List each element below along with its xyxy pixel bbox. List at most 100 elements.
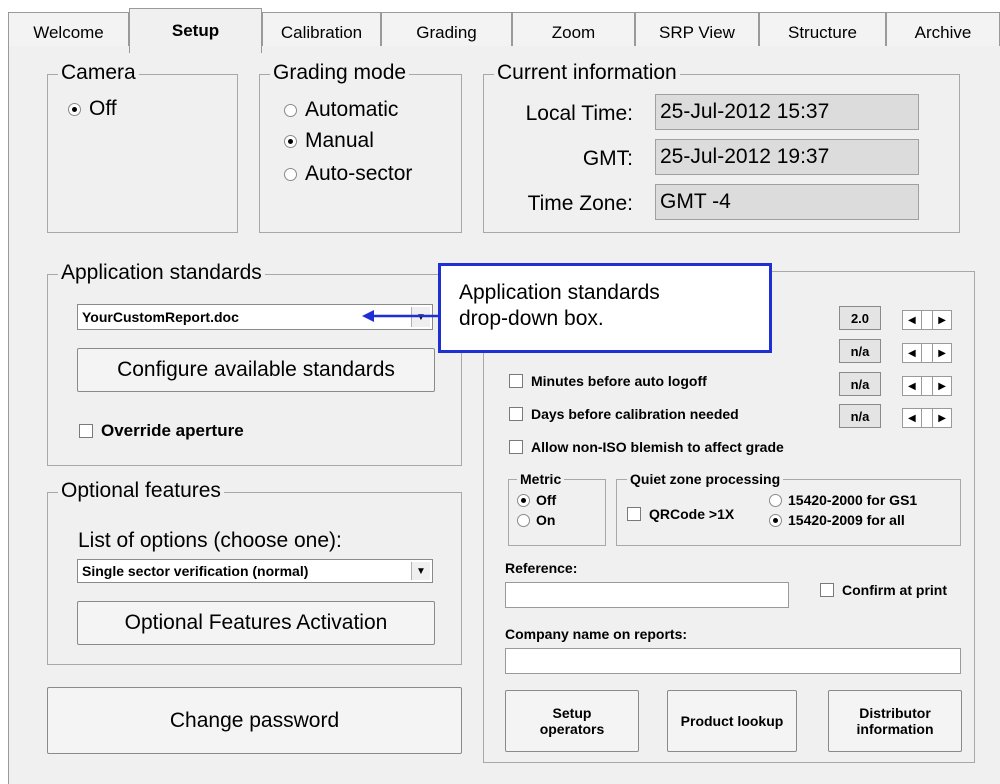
setting-value-1: 2.0 (839, 306, 881, 330)
qrcode-label: QRCode >1X (649, 506, 735, 522)
radio-icon[interactable] (769, 493, 782, 507)
arrow-left-icon[interactable]: ◀ (903, 311, 921, 329)
checkbox-icon[interactable] (509, 374, 523, 388)
time-zone-field: GMT -4 (655, 184, 919, 220)
optional-features-group: Optional features List of options (choos… (47, 479, 462, 665)
metric-on-label: On (536, 512, 556, 528)
setting-spinner-3[interactable]: ◀ ▶ (902, 376, 952, 396)
arrow-right-icon[interactable]: ▶ (932, 344, 951, 362)
camera-group: Camera Off (47, 61, 238, 233)
change-password-button[interactable]: Change password (47, 687, 462, 754)
allow-blemish-label: Allow non-ISO blemish to affect grade (531, 439, 784, 455)
arrow-right-icon[interactable]: ▶ (932, 409, 951, 427)
setting-value-4: n/a (839, 404, 881, 428)
radio-icon[interactable] (284, 134, 297, 148)
quiet-2000-option[interactable]: 15420-2000 for GS1 (769, 492, 917, 508)
checkbox-icon[interactable] (820, 583, 834, 597)
setup-operators-button[interactable]: Setup operators (505, 690, 639, 752)
radio-icon[interactable] (517, 493, 530, 507)
quiet-2009-label: 15420-2009 for all (788, 512, 905, 528)
grading-automatic-label: Automatic (305, 98, 399, 121)
optional-features-title: Optional features (58, 479, 224, 503)
arrow-left-icon[interactable]: ◀ (903, 409, 921, 427)
chevron-down-icon[interactable]: ▼ (411, 562, 430, 580)
checkbox-icon[interactable] (627, 507, 641, 521)
setup-operators-line-1: Setup (552, 705, 592, 721)
setup-operators-line-2: operators (539, 721, 605, 737)
reference-input[interactable] (505, 582, 789, 608)
camera-off-label: Off (89, 97, 117, 120)
arrow-left-icon (362, 310, 438, 322)
metric-on-option[interactable]: On (517, 512, 555, 528)
camera-off-option[interactable]: Off (68, 97, 117, 121)
quiet-2009-option[interactable]: 15420-2009 for all (769, 512, 905, 528)
gmt-label: GMT: (582, 147, 633, 170)
callout-box: Application standards drop-down box. (438, 263, 772, 353)
radio-icon[interactable] (517, 513, 530, 527)
metric-off-label: Off (536, 492, 557, 508)
local-time-field: 25-Jul-2012 15:37 (655, 94, 919, 130)
app-standards-group: Application standards YourCustomReport.d… (47, 261, 462, 466)
product-lookup-button[interactable]: Product lookup (667, 690, 797, 752)
app-standards-title: Application standards (58, 261, 265, 285)
setting-spinner-2[interactable]: ◀ ▶ (902, 343, 952, 363)
distributor-line-2: information (856, 721, 934, 737)
override-aperture-label: Override aperture (101, 421, 244, 440)
auto-logoff-row[interactable]: Minutes before auto logoff (509, 373, 707, 389)
grading-manual-label: Manual (305, 129, 374, 152)
reference-label: Reference: (505, 560, 578, 576)
override-aperture-option[interactable]: Override aperture (79, 421, 244, 441)
setting-spinner-1[interactable]: ◀ ▶ (902, 310, 952, 330)
arrow-left-icon[interactable]: ◀ (903, 377, 921, 395)
checkbox-icon[interactable] (79, 424, 93, 438)
grading-auto-sector-label: Auto-sector (305, 162, 413, 185)
tab-setup[interactable]: Setup (129, 8, 262, 53)
radio-icon[interactable] (284, 103, 297, 117)
app-standards-selected: YourCustomReport.doc (82, 309, 239, 325)
callout-line-2: drop-down box. (459, 307, 604, 330)
confirm-print-label: Confirm at print (842, 582, 947, 598)
grading-mode-group: Grading mode Automatic Manual Auto-secto… (259, 61, 462, 233)
optional-features-selected: Single sector verification (normal) (82, 563, 309, 579)
optional-features-dropdown[interactable]: Single sector verification (normal) ▼ (77, 559, 433, 583)
callout-line-1: Application standards (459, 281, 660, 304)
optional-features-activation-button[interactable]: Optional Features Activation (77, 601, 435, 645)
allow-blemish-row[interactable]: Allow non-ISO blemish to affect grade (509, 439, 784, 455)
camera-group-title: Camera (58, 61, 139, 85)
distributor-line-1: Distributor (859, 705, 931, 721)
time-zone-label: Time Zone: (527, 192, 633, 215)
arrow-right-icon[interactable]: ▶ (932, 377, 951, 395)
current-info-group: Current information Local Time: 25-Jul-2… (483, 61, 960, 233)
quiet-zone-group: Quiet zone processing QRCode >1X 15420-2… (616, 471, 961, 546)
current-info-title: Current information (494, 61, 680, 85)
list-of-options-label: List of options (choose one): (78, 529, 342, 552)
calibration-days-label: Days before calibration needed (531, 406, 739, 422)
grading-automatic-option[interactable]: Automatic (284, 98, 398, 122)
radio-icon[interactable] (769, 513, 782, 527)
setting-spinner-4[interactable]: ◀ ▶ (902, 408, 952, 428)
radio-icon[interactable] (284, 167, 297, 181)
grading-manual-option[interactable]: Manual (284, 129, 374, 153)
company-input[interactable] (505, 648, 961, 674)
distributor-info-button[interactable]: Distributor information (828, 690, 962, 752)
metric-title: Metric (517, 471, 565, 487)
qrcode-option[interactable]: QRCode >1X (627, 506, 734, 522)
checkbox-icon[interactable] (509, 407, 523, 421)
gmt-field: 25-Jul-2012 19:37 (655, 139, 919, 175)
arrow-left-icon[interactable]: ◀ (903, 344, 921, 362)
checkbox-icon[interactable] (509, 440, 523, 454)
local-time-label: Local Time: (525, 102, 633, 125)
radio-icon[interactable] (68, 102, 81, 116)
company-label: Company name on reports: (505, 626, 688, 642)
quiet-2000-label: 15420-2000 for GS1 (788, 492, 918, 508)
auto-logoff-label: Minutes before auto logoff (531, 373, 707, 389)
grading-mode-title: Grading mode (270, 61, 410, 85)
setting-value-3: n/a (839, 372, 881, 396)
confirm-print-option[interactable]: Confirm at print (820, 582, 947, 598)
arrow-right-icon[interactable]: ▶ (932, 311, 951, 329)
configure-standards-button[interactable]: Configure available standards (77, 348, 435, 392)
quiet-zone-title: Quiet zone processing (627, 471, 784, 487)
metric-off-option[interactable]: Off (517, 492, 556, 508)
grading-auto-sector-option[interactable]: Auto-sector (284, 162, 412, 186)
calibration-days-row[interactable]: Days before calibration needed (509, 406, 739, 422)
